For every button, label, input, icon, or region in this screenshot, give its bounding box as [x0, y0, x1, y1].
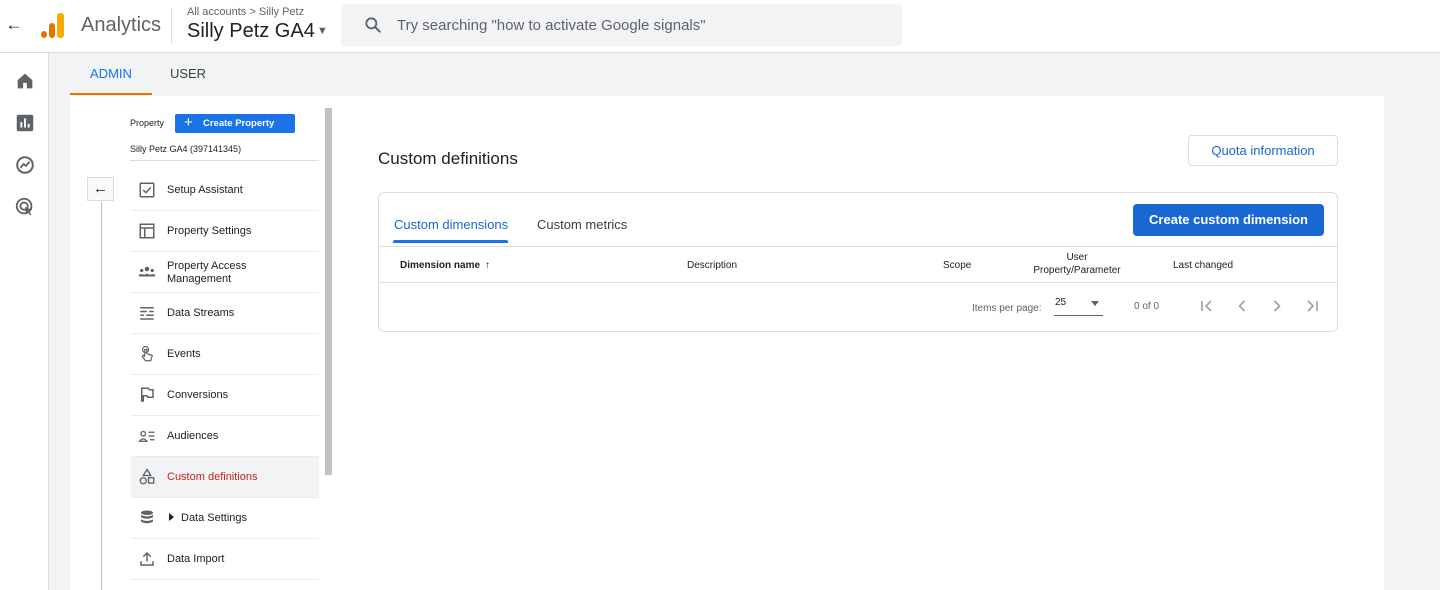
admin-panel: Property + Create Property Silly Petz GA4… — [70, 96, 1384, 590]
nav-label: Data Import — [167, 553, 225, 565]
search-icon — [363, 15, 383, 35]
property-name[interactable]: Silly Petz GA4 (397141345) — [130, 144, 241, 154]
nav-item-audiences[interactable]: Audiences — [131, 416, 319, 457]
home-icon[interactable] — [14, 70, 36, 92]
audience-icon — [138, 427, 156, 445]
nav-label: Conversions — [167, 389, 229, 401]
nav-item-conversions[interactable]: Conversions — [131, 375, 319, 416]
nav-label: Property Access Management — [167, 260, 247, 285]
search-bar[interactable] — [341, 4, 902, 46]
column-description: Description — [687, 260, 738, 271]
nav-item-data-import[interactable]: Data Import — [131, 539, 319, 580]
product-name: Analytics — [81, 14, 162, 36]
plus-icon: + — [184, 114, 193, 131]
left-rail — [0, 53, 49, 590]
advertising-icon[interactable] — [14, 196, 36, 218]
first-page-icon[interactable] — [1199, 298, 1215, 314]
nav-item-data-streams[interactable]: Data Streams — [131, 293, 319, 334]
account-name: Silly Petz GA4 — [187, 20, 315, 42]
quota-information-button[interactable]: Quota information — [1188, 135, 1338, 166]
tab-user[interactable]: USER — [156, 58, 220, 95]
nav-item-setup-assistant[interactable]: Setup Assistant — [131, 170, 319, 211]
nav-item-events[interactable]: Events — [131, 334, 319, 375]
definitions-card: Custom dimensions Custom metrics Create … — [378, 192, 1338, 332]
dropdown-arrow-icon — [1091, 301, 1099, 306]
database-icon — [138, 509, 156, 527]
shapes-icon — [138, 468, 156, 486]
nav-item-property-settings[interactable]: Property Settings — [131, 211, 319, 252]
items-per-page-label: Items per page: — [972, 303, 1042, 314]
tab-custom-metrics[interactable]: Custom metrics — [537, 217, 627, 232]
property-label: Property — [130, 118, 165, 128]
search-input[interactable] — [397, 13, 877, 37]
streams-icon — [138, 304, 156, 322]
flag-icon — [138, 386, 156, 404]
expand-caret-icon[interactable] — [169, 513, 174, 521]
page-title: Custom definitions — [378, 149, 518, 168]
nav-label: Data Streams — [167, 307, 235, 319]
reports-icon[interactable] — [14, 112, 36, 134]
breadcrumb[interactable]: All accounts > Silly Petz — [187, 6, 304, 18]
nav-label: Audiences — [167, 430, 219, 442]
upload-icon — [138, 550, 156, 568]
top-bar: ← Analytics All accounts > Silly Petz Si… — [0, 0, 1440, 53]
nav-item-custom-definitions[interactable]: Custom definitions — [131, 457, 319, 498]
caret-down-icon: ▼ — [316, 25, 328, 37]
header-divider — [171, 8, 172, 44]
previous-page-icon[interactable] — [1234, 298, 1250, 314]
nav-item-property-access-management[interactable]: Property Access Management — [131, 252, 319, 293]
create-property-button[interactable]: + Create Property — [175, 114, 295, 133]
page-range: 0 of 0 — [1134, 301, 1160, 312]
nav-label: Custom definitions — [167, 471, 258, 483]
nav-label: Data Settings — [181, 512, 248, 524]
checkbox-icon — [138, 181, 156, 199]
table-header: Dimension name ↑ Description Scope User Pr… — [379, 246, 1337, 283]
next-page-icon[interactable] — [1269, 298, 1285, 314]
divider — [130, 160, 319, 161]
property-nav: Setup Assistant Property Settings Proper… — [131, 170, 319, 580]
tree-line — [101, 202, 102, 590]
tab-admin[interactable]: ADMIN — [70, 58, 152, 95]
collapse-back-arrow-icon[interactable]: ← — [87, 177, 114, 201]
analytics-logo-icon[interactable] — [40, 12, 66, 38]
sort-arrow-up-icon: ↑ — [485, 260, 491, 271]
last-page-icon[interactable] — [1304, 298, 1320, 314]
column-last-changed: Last changed — [1173, 260, 1234, 271]
explore-icon[interactable] — [14, 154, 36, 176]
items-per-page-select[interactable]: 25 — [1054, 296, 1103, 316]
account-picker[interactable]: Silly Petz GA4 ▼ — [187, 20, 328, 43]
nav-label: Setup Assistant — [167, 184, 243, 196]
column-user-property: User Property/Parameter — [1033, 252, 1121, 276]
active-tab-indicator — [393, 240, 508, 243]
touch-icon — [138, 345, 156, 363]
create-custom-dimension-button[interactable]: Create custom dimension — [1133, 204, 1324, 236]
column-scope: Scope — [943, 260, 972, 271]
scrollbar[interactable] — [325, 108, 332, 475]
layout-icon — [138, 222, 156, 240]
tab-custom-dimensions[interactable]: Custom dimensions — [394, 217, 508, 232]
back-arrow-icon[interactable]: ← — [4, 14, 24, 36]
nav-label: Property Settings — [167, 225, 252, 237]
nav-item-data-settings[interactable]: Data Settings — [131, 498, 319, 539]
people-icon — [138, 263, 156, 281]
nav-label: Events — [167, 348, 201, 360]
column-dimension-name[interactable]: Dimension name ↑ — [400, 259, 490, 272]
